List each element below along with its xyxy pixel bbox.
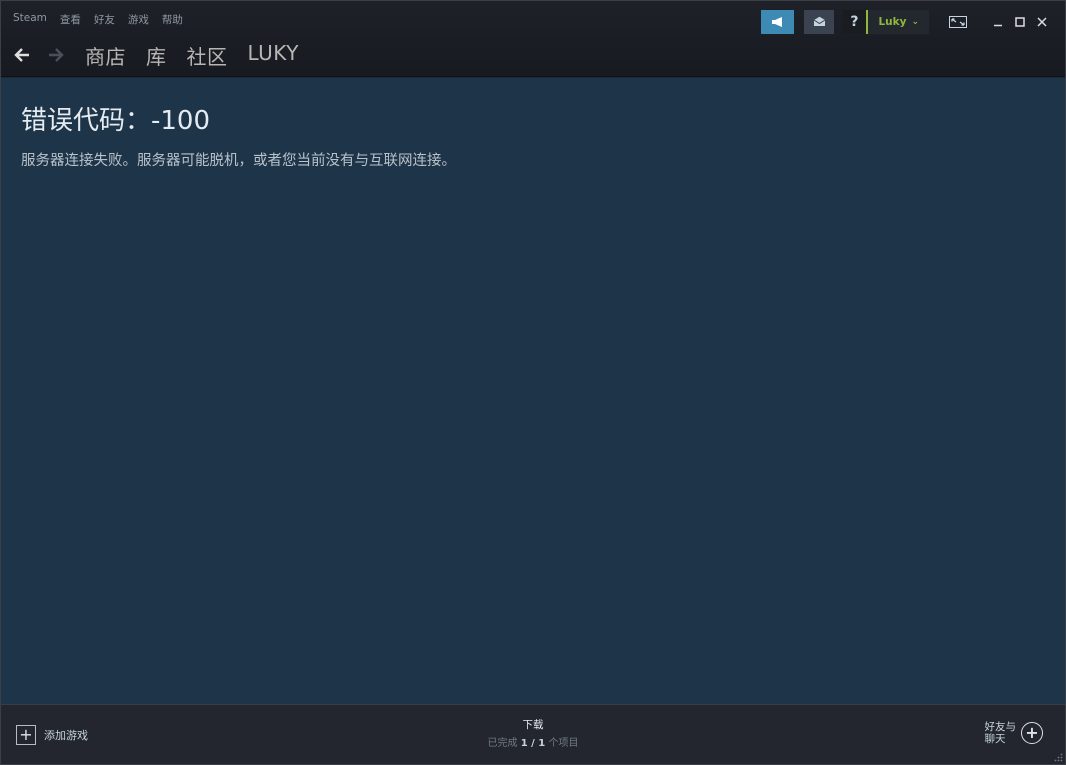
downloads-title: 下载	[522, 719, 544, 731]
chat-plus-icon: +	[1021, 722, 1043, 744]
header-controls: ? Luky ⌄	[761, 9, 1065, 34]
downloads-status[interactable]: 下载 已完成 1 / 1 个项目	[433, 717, 633, 749]
forward-button[interactable]	[45, 44, 67, 66]
account-menu-button[interactable]: Luky ⌄	[866, 9, 929, 34]
nav-row: 商店 库 社区 LUKY	[11, 39, 299, 71]
add-game-button[interactable]: + 添加游戏	[16, 725, 88, 745]
menu-item-help[interactable]: 帮助	[162, 12, 183, 27]
menu-item-steam[interactable]: Steam	[13, 12, 47, 27]
nav-store[interactable]: 商店	[85, 41, 126, 70]
downloads-count: 1 / 1	[520, 738, 546, 749]
plus-icon: +	[16, 725, 36, 745]
back-button[interactable]	[11, 44, 33, 66]
big-picture-icon	[949, 15, 967, 28]
nav-profile[interactable]: LUKY	[248, 41, 299, 70]
menu-bar: Steam 查看 好友 游戏 帮助	[13, 12, 183, 27]
minimize-button[interactable]	[987, 10, 1009, 34]
back-arrow-icon	[14, 48, 29, 62]
minimize-icon	[994, 24, 1002, 26]
help-icon: ?	[850, 13, 859, 30]
downloads-suffix: 个项目	[548, 738, 579, 749]
maximize-button[interactable]	[1009, 10, 1031, 34]
nav-library[interactable]: 库	[146, 41, 167, 70]
friends-chat-line2: 聊天	[984, 733, 1006, 745]
menu-item-view[interactable]: 查看	[60, 12, 81, 27]
menu-item-games[interactable]: 游戏	[128, 12, 149, 27]
footer-bar: + 添加游戏 下载 已完成 1 / 1 个项目 好友与 聊天 +	[1, 704, 1065, 764]
downloads-prefix: 已完成	[487, 738, 518, 749]
friends-chat-line1: 好友与	[984, 721, 1017, 733]
friends-chat-label: 好友与 聊天	[985, 721, 1017, 745]
announcements-button[interactable]	[761, 9, 795, 34]
chevron-down-icon: ⌄	[911, 16, 919, 27]
menu-item-friends[interactable]: 好友	[94, 12, 115, 27]
friends-chat-button[interactable]: 好友与 聊天 +	[985, 721, 1043, 745]
error-message: 服务器连接失败。服务器可能脱机，或者您当前没有与互联网连接。	[21, 153, 456, 169]
envelope-icon	[813, 16, 826, 26]
forward-arrow-icon	[49, 48, 64, 62]
username-label: Luky	[878, 15, 907, 28]
megaphone-icon	[771, 16, 782, 27]
big-picture-button[interactable]	[943, 10, 973, 34]
nav-community[interactable]: 社区	[187, 41, 228, 70]
notifications-button[interactable]	[804, 9, 835, 34]
error-title: 错误代码：-100	[21, 106, 211, 136]
close-icon	[1037, 16, 1047, 27]
title-bar: Steam 查看 好友 游戏 帮助 商店 库 社区 LUKY ? Luky ⌄	[1, 1, 1065, 77]
maximize-icon	[1015, 16, 1025, 27]
resize-grip-icon[interactable]	[1053, 752, 1063, 762]
downloads-progress: 已完成 1 / 1 个项目	[433, 734, 633, 749]
add-game-label: 添加游戏	[44, 729, 88, 742]
close-button[interactable]	[1031, 10, 1053, 34]
steam-window: Steam 查看 好友 游戏 帮助 商店 库 社区 LUKY ? Luky ⌄ …	[0, 0, 1066, 765]
main-nav: 商店 库 社区 LUKY	[85, 41, 299, 70]
help-button[interactable]: ?	[842, 9, 867, 34]
main-content: 错误代码：-100 服务器连接失败。服务器可能脱机，或者您当前没有与互联网连接。	[1, 78, 1065, 704]
